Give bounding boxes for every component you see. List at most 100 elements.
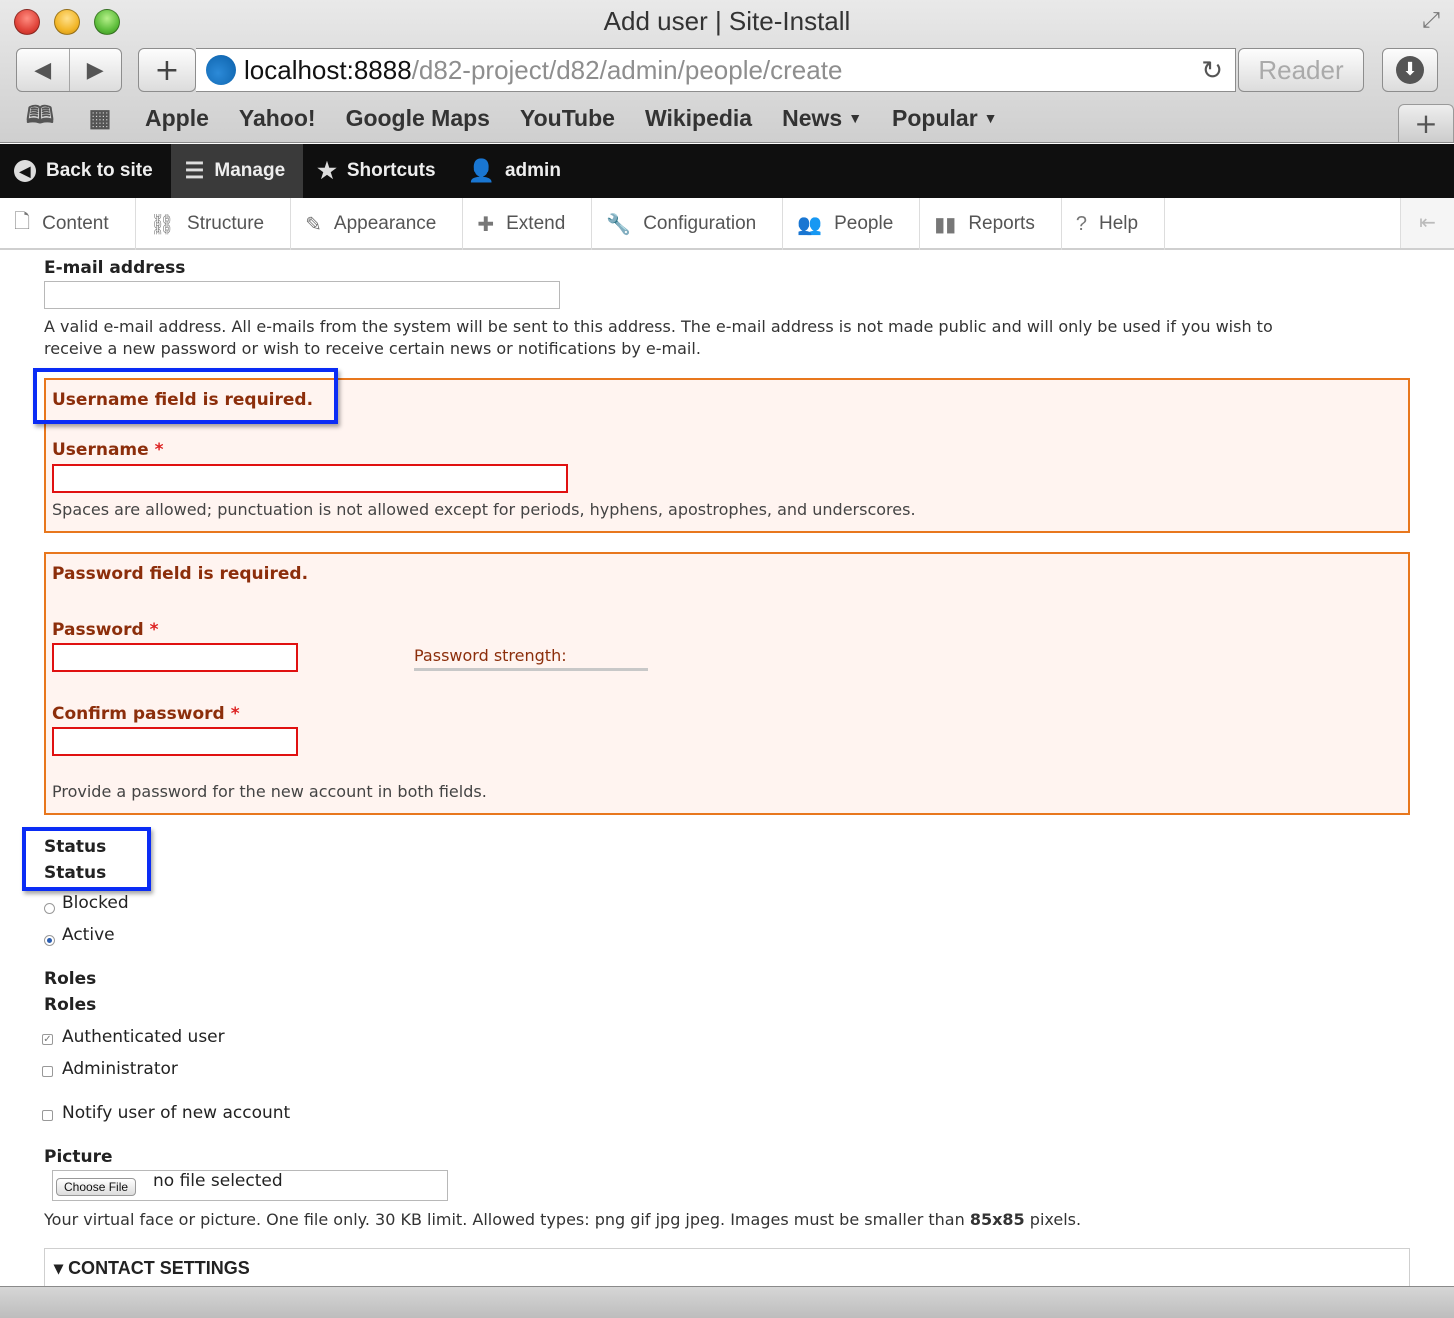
top-sites-grid-icon[interactable]: ▦	[80, 104, 120, 133]
url-path: /d82-project/d82/admin/people/create	[411, 54, 843, 85]
puzzle-icon: ✚	[477, 213, 495, 236]
manage-label: Manage	[214, 160, 286, 181]
reload-icon[interactable]: ↻	[1201, 55, 1223, 86]
menu-item-label: Help	[1098, 213, 1139, 234]
admin-menu-tray: 🗋 Content ⛓ Structure ✎ Appearance ✚ Ext…	[0, 198, 1454, 250]
bookmark-news-label: News	[782, 104, 843, 131]
password-field[interactable]	[52, 643, 298, 672]
back-to-site-label: Back to site	[46, 160, 153, 181]
password-strength-bar	[414, 668, 648, 671]
confirm-password-field[interactable]	[52, 727, 298, 756]
confirm-password-label-text: Confirm password	[52, 704, 225, 724]
bookmark-google-maps[interactable]: Google Maps	[346, 105, 490, 132]
status-blocked-label[interactable]: Blocked	[62, 893, 129, 913]
tray-orientation-toggle-icon[interactable]: ⇤	[1400, 198, 1454, 248]
required-asterisk: *	[154, 440, 164, 460]
menu-item-extend[interactable]: ✚ Extend	[463, 198, 593, 250]
bookmark-popular-label: Popular	[892, 104, 978, 131]
bookmark-yahoo[interactable]: Yahoo!	[239, 105, 316, 132]
download-arrow-icon: ⬇	[1396, 56, 1424, 84]
user-person-icon: 👤	[467, 158, 495, 183]
choose-file-button[interactable]: Choose File	[56, 1178, 137, 1196]
chevron-down-icon: ▼	[848, 109, 863, 126]
bookmark-popular-menu[interactable]: Popular ▼	[892, 105, 997, 132]
menu-item-label: Structure	[187, 213, 265, 234]
password-label: Password *	[52, 620, 159, 640]
email-description-line-1: A valid e-mail address. All e-mails from…	[44, 317, 1273, 336]
reading-list-book-icon[interactable]: 🕮	[20, 98, 60, 139]
menu-item-label: People	[834, 213, 894, 234]
username-field[interactable]	[52, 464, 568, 493]
document-icon: 🗋	[14, 211, 31, 233]
role-administrator-checkbox[interactable]	[42, 1066, 53, 1077]
password-strength-label: Password strength:	[414, 646, 567, 665]
forward-arrow-icon[interactable]: ▶	[70, 49, 122, 91]
menu-item-help[interactable]: ? Help	[1062, 198, 1166, 250]
status-active-radio[interactable]	[44, 935, 55, 946]
roles-title: Roles	[44, 995, 97, 1015]
address-bar[interactable]: localhost:8888/d82-project/d82/admin/peo…	[196, 48, 1236, 92]
menu-item-reports[interactable]: ▮▮ Reports	[920, 198, 1062, 250]
bookmark-news-menu[interactable]: News ▼	[782, 105, 862, 132]
picture-description-suffix: pixels.	[1029, 1210, 1082, 1229]
bookmark-youtube[interactable]: YouTube	[520, 105, 615, 132]
username-label: Username *	[52, 440, 164, 460]
help-question-icon: ?	[1075, 212, 1087, 235]
chevron-down-icon: ▾	[54, 1258, 64, 1278]
picture-size-limit: 85x85	[969, 1210, 1025, 1229]
menu-item-structure[interactable]: ⛓ Structure	[136, 198, 292, 250]
fullscreen-icon[interactable]: ⤢	[1418, 8, 1444, 34]
drupal-admin-toolbar: ◀ Back to site ☰ Manage ★ Shortcuts 👤 ad…	[0, 144, 1454, 198]
paintbrush-icon: ✎	[305, 213, 322, 236]
picture-description: Your virtual face or picture. One file o…	[44, 1209, 1081, 1231]
confirm-password-label: Confirm password *	[52, 704, 240, 724]
user-tab[interactable]: 👤 admin	[454, 144, 579, 198]
role-administrator-label[interactable]: Administrator	[62, 1059, 178, 1079]
new-tab-plus-icon[interactable]: +	[1398, 104, 1454, 142]
user-label: admin	[504, 160, 561, 181]
back-to-site-link[interactable]: ◀ Back to site	[0, 144, 171, 198]
shortcuts-label: Shortcuts	[346, 160, 436, 181]
picture-description-text: Your virtual face or picture. One file o…	[44, 1210, 965, 1229]
bookmark-apple[interactable]: Apple	[145, 105, 209, 132]
role-authenticated-label: Authenticated user	[62, 1027, 225, 1047]
new-tab-plus-icon[interactable]: +	[138, 48, 196, 92]
reader-button[interactable]: Reader	[1238, 48, 1364, 92]
back-arrow-icon[interactable]: ◀	[17, 49, 70, 91]
menu-item-label: Configuration	[643, 213, 757, 234]
notify-user-checkbox[interactable]	[42, 1110, 53, 1121]
history-navigation: ◀ ▶	[16, 48, 122, 92]
wrench-icon: 🔧	[606, 213, 632, 236]
email-description-line-2: receive a new password or wish to receiv…	[44, 339, 701, 358]
file-status-text: no file selected	[153, 1171, 283, 1191]
username-description: Spaces are allowed; punctuation is not a…	[52, 500, 916, 519]
menu-item-label: Appearance	[333, 213, 437, 234]
contact-settings-summary[interactable]: ▾ CONTACT SETTINGS	[54, 1258, 250, 1279]
password-description: Provide a password for the new account i…	[52, 782, 487, 801]
picture-label: Picture	[44, 1147, 113, 1167]
downloads-button[interactable]: ⬇	[1382, 48, 1438, 92]
menu-item-label: Reports	[968, 213, 1035, 234]
bookmark-wikipedia[interactable]: Wikipedia	[645, 105, 752, 132]
status-active-label[interactable]: Active	[62, 925, 115, 945]
menu-item-configuration[interactable]: 🔧 Configuration	[592, 198, 784, 250]
manage-tab[interactable]: ☰ Manage	[170, 144, 304, 198]
email-label: E-mail address	[44, 258, 186, 278]
hamburger-menu-icon: ☰	[184, 158, 205, 183]
notify-user-label[interactable]: Notify user of new account	[62, 1103, 290, 1123]
password-label-text: Password	[52, 620, 144, 640]
password-error-wrapper: Password field is required. Password * Pa…	[44, 552, 1410, 815]
people-icon: 👥	[797, 213, 823, 236]
status-blocked-radio[interactable]	[44, 903, 55, 914]
menu-item-appearance[interactable]: ✎ Appearance	[291, 198, 464, 250]
roles-legend: Roles	[44, 969, 97, 989]
menu-item-content[interactable]: 🗋 Content	[0, 198, 136, 250]
menu-item-people[interactable]: 👥 People	[783, 198, 921, 250]
required-asterisk: *	[149, 620, 159, 640]
email-description: A valid e-mail address. All e-mails from…	[44, 316, 1434, 360]
shortcuts-tab[interactable]: ★ Shortcuts	[303, 144, 453, 198]
bookmarks-bar: 🕮 ▦ Apple Yahoo! Google Maps YouTube Wik…	[0, 98, 1454, 138]
email-field[interactable]	[44, 281, 560, 309]
username-label-text: Username	[52, 440, 149, 460]
star-icon: ★	[317, 158, 337, 183]
